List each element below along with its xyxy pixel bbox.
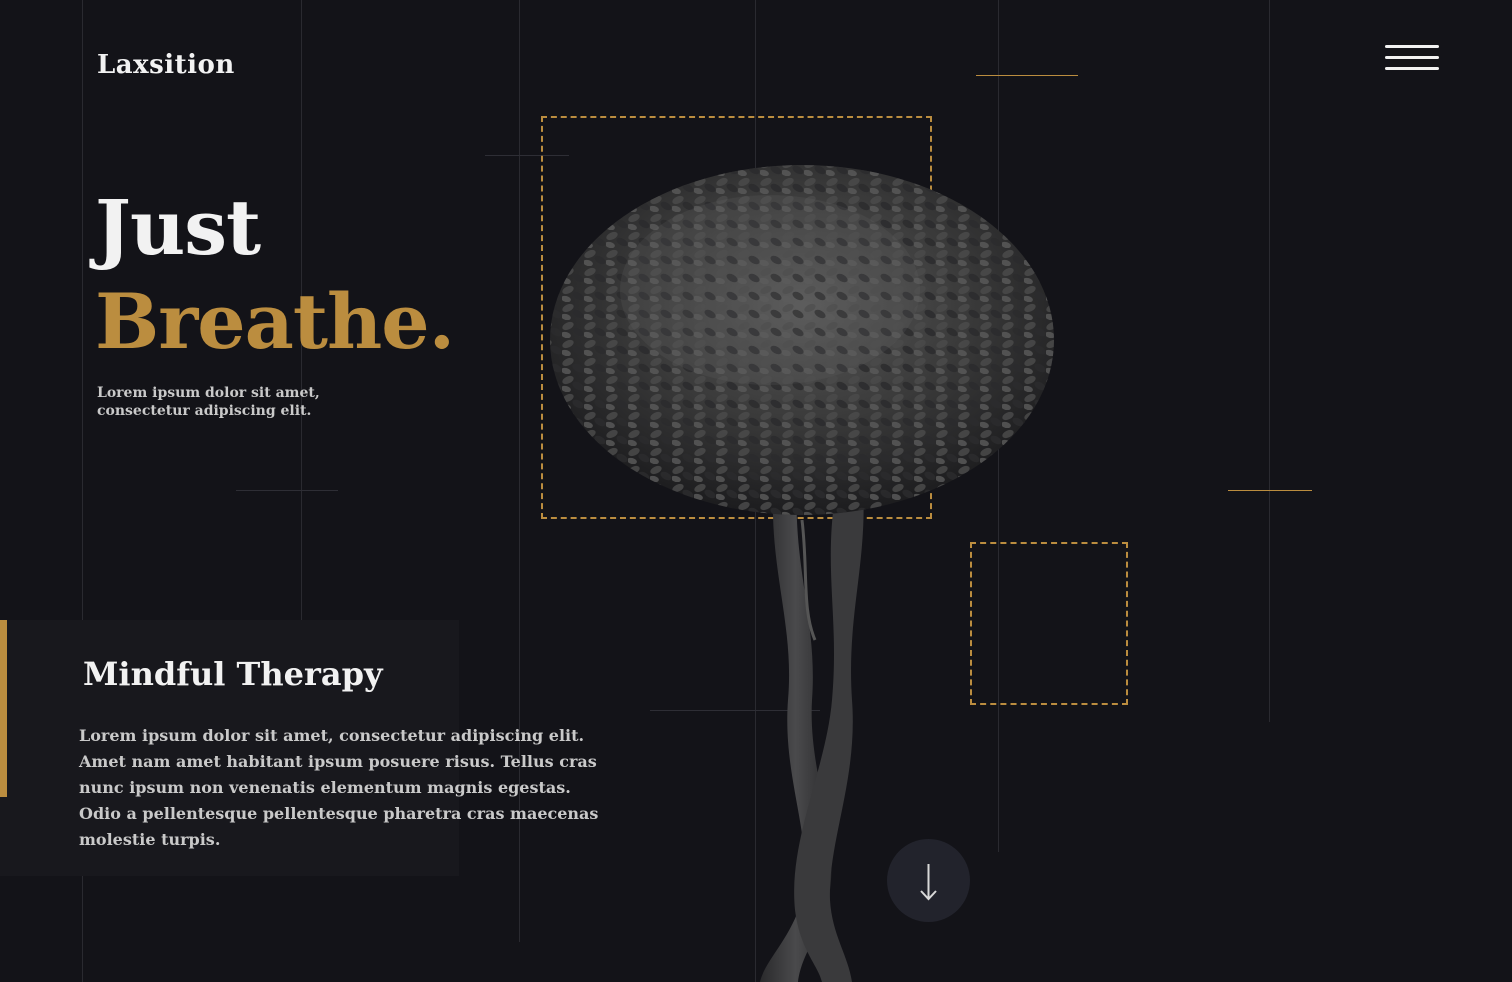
guide-segment: [236, 490, 338, 491]
landing-page: Laxsition Just Breathe. Lorem ipsum dolo…: [0, 0, 1512, 982]
hero-subtitle: Lorem ipsum dolor sit amet, consectetur …: [97, 385, 320, 419]
hamburger-menu-icon[interactable]: [1385, 44, 1439, 72]
arrow-down-icon: [920, 864, 937, 901]
feature-card-accent-bar: [0, 620, 7, 797]
scroll-down-button[interactable]: [887, 839, 970, 922]
feature-title: Mindful Therapy: [83, 655, 383, 693]
hero-heading-line1: Just: [95, 183, 261, 272]
tree-illustration: [550, 165, 1054, 982]
brand-logo[interactable]: Laxsition: [97, 49, 235, 81]
accent-segment: [1228, 490, 1312, 491]
guide-line: [1269, 0, 1270, 722]
accent-segment: [976, 75, 1078, 76]
hero-heading-line2: Breathe.: [95, 277, 455, 366]
feature-description: Lorem ipsum dolor sit amet, consectetur …: [79, 726, 599, 849]
